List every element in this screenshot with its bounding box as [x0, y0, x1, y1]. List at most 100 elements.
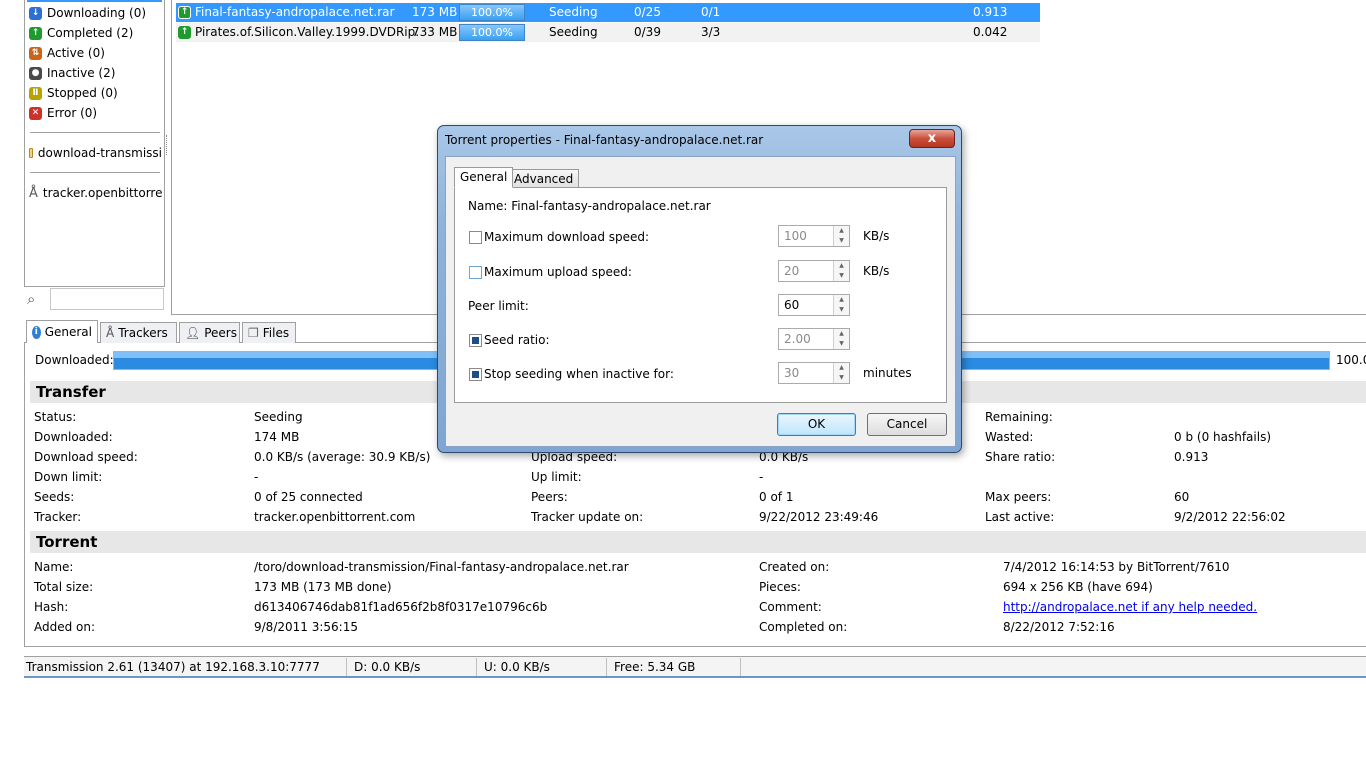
stop-seeding-stepper[interactable]: 30 ▲ ▼ — [778, 362, 850, 384]
down-limit-value: - — [254, 470, 259, 484]
tab-label: General — [44, 325, 92, 339]
torrent-name: Final-fantasy-andropalace.net.rar — [195, 5, 395, 19]
stepper-up-icon[interactable]: ▲ — [833, 226, 849, 236]
inactive-icon: ● — [29, 66, 42, 80]
last-active-value: 9/2/2012 22:56:02 — [1174, 510, 1286, 524]
tab-files[interactable]: ❐ Files — [242, 322, 296, 343]
filter-tracker[interactable]: Å tracker.openbittorrent — [29, 184, 162, 202]
search-input[interactable] — [50, 288, 164, 310]
filter-label: Downloading (0) — [47, 6, 147, 20]
remaining-label: Remaining: — [985, 410, 1053, 424]
filter-completed[interactable]: ↑ Completed (2) — [29, 24, 133, 42]
dialog-title: Torrent properties - Final-fantasy-andro… — [445, 133, 764, 147]
status-divider — [740, 658, 741, 676]
status-divider — [606, 658, 607, 676]
downloaded-bar-label: Downloaded: — [35, 353, 114, 367]
search-icon: ⌕ — [27, 290, 36, 308]
hash-label: Hash: — [34, 600, 69, 614]
stop-seeding-unit: minutes — [863, 366, 912, 380]
max-download-label: Maximum download speed: — [484, 230, 650, 244]
torrent-progress-bar: 100.0% — [459, 4, 525, 21]
peers-label: Peers: — [531, 490, 568, 504]
splitter-grip[interactable] — [166, 135, 169, 155]
stepper-down-icon[interactable]: ▼ — [833, 271, 849, 281]
filter-error[interactable]: ✕ Error (0) — [29, 104, 97, 122]
pieces-value: 694 x 256 KB (have 694) — [1003, 580, 1153, 594]
tab-trackers[interactable]: Å Trackers — [100, 322, 177, 343]
max-download-stepper[interactable]: 100 ▲ ▼ — [778, 225, 850, 247]
torrent-size: 173 MB — [412, 5, 458, 19]
tracker-value: tracker.openbittorrent.com — [254, 510, 416, 524]
filter-inactive[interactable]: ● Inactive (2) — [29, 64, 115, 82]
torrent-seeds: 0/25 — [634, 5, 661, 19]
stepper-up-icon[interactable]: ▲ — [833, 329, 849, 339]
torrent-peers: 0/1 — [701, 5, 721, 19]
torrent-progress-bar: 100.0% — [459, 24, 525, 41]
torrent-row[interactable]: ↑ Final-fantasy-andropalace.net.rar 173 … — [176, 3, 1040, 22]
torrent-row[interactable]: ↑ Pirates.of.Silicon.Valley.1999.DVDRip.… — [176, 23, 1040, 42]
tracker-update-value: 9/22/2012 23:49:46 — [759, 510, 879, 524]
max-peers-value: 60 — [1174, 490, 1190, 504]
tab-general[interactable]: i General — [26, 320, 98, 343]
share-ratio-value: 0.913 — [1174, 450, 1209, 464]
ok-button[interactable]: OK — [777, 413, 856, 436]
download-speed-value: 0.0 KB/s (average: 30.9 KB/s) — [254, 450, 431, 464]
filter-folder[interactable]: download-transmissi — [29, 144, 162, 162]
filter-label: Inactive (2) — [47, 66, 116, 80]
dialog-name-line: Name: Final-fantasy-andropalace.net.rar — [468, 199, 711, 213]
wasted-value: 0 b (0 hashfails) — [1174, 430, 1272, 444]
tab-general[interactable]: General — [454, 167, 514, 188]
peer-limit-stepper[interactable]: 60 ▲ ▼ — [778, 294, 850, 316]
max-download-checkbox[interactable] — [469, 231, 482, 244]
tab-advanced[interactable]: Advanced — [508, 169, 580, 187]
name-value: /toro/download-transmission/Final-fantas… — [254, 560, 629, 574]
error-x-icon: ✕ — [29, 106, 42, 120]
tab-peers[interactable]: 👤︎ Peers — [179, 322, 240, 343]
stepper-down-icon[interactable]: ▼ — [833, 373, 849, 383]
stepper-up-icon[interactable]: ▲ — [833, 295, 849, 305]
upload-rate-status[interactable]: U: 0.0 KB/s — [484, 660, 550, 674]
filter-label: Active (0) — [47, 46, 105, 60]
seeding-icon: ↑ — [178, 6, 191, 19]
stepper-down-icon[interactable]: ▼ — [833, 236, 849, 246]
filter-stopped[interactable]: Ⅱ Stopped (0) — [29, 84, 118, 102]
filter-active[interactable]: ⇅ Active (0) — [29, 44, 105, 62]
cancel-button[interactable]: Cancel — [867, 413, 947, 436]
stepper-down-icon[interactable]: ▼ — [833, 305, 849, 315]
status-divider — [346, 658, 347, 676]
info-icon: i — [32, 325, 41, 339]
seeds-value: 0 of 25 connected — [254, 490, 363, 504]
stepper-value: 20 — [784, 264, 800, 278]
stop-seeding-checkbox[interactable] — [469, 368, 482, 381]
peers-value: 0 of 1 — [759, 490, 794, 504]
filter-downloading[interactable]: ↓ Downloading (0) — [29, 4, 146, 22]
antenna-icon: Å — [106, 326, 115, 340]
stepper-value: 30 — [784, 366, 800, 380]
comment-link[interactable]: http://andropalace.net if any help neede… — [1003, 600, 1257, 614]
completed-label: Completed on: — [759, 620, 848, 634]
torrent-heading: Torrent — [30, 531, 1366, 553]
close-button[interactable]: x — [909, 129, 955, 148]
stepper-up-icon[interactable]: ▲ — [833, 261, 849, 271]
max-upload-stepper[interactable]: 20 ▲ ▼ — [778, 260, 850, 282]
up-limit-label: Up limit: — [531, 470, 582, 484]
filter-selection-highlight — [27, 0, 162, 2]
total-size-value: 173 MB (173 MB done) — [254, 580, 392, 594]
files-icon: ❐ — [248, 326, 259, 340]
download-rate-status[interactable]: D: 0.0 KB/s — [354, 660, 420, 674]
seed-ratio-stepper[interactable]: 2.00 ▲ ▼ — [778, 328, 850, 350]
added-value: 9/8/2011 3:56:15 — [254, 620, 358, 634]
total-size-label: Total size: — [34, 580, 94, 594]
status-divider — [476, 658, 477, 676]
torrent-peers: 3/3 — [701, 25, 721, 39]
stop-seeding-label: Stop seeding when inactive for: — [484, 367, 674, 381]
filter-separator — [30, 172, 160, 173]
stepper-down-icon[interactable]: ▼ — [833, 339, 849, 349]
pause-icon: Ⅱ — [29, 86, 42, 100]
stepper-up-icon[interactable]: ▲ — [833, 363, 849, 373]
seeds-label: Seeds: — [34, 490, 75, 504]
max-upload-checkbox[interactable] — [469, 266, 482, 279]
downloaded-bar-value: 100.0 — [1336, 353, 1366, 367]
filter-separator — [30, 132, 160, 133]
seed-ratio-checkbox[interactable] — [469, 334, 482, 347]
